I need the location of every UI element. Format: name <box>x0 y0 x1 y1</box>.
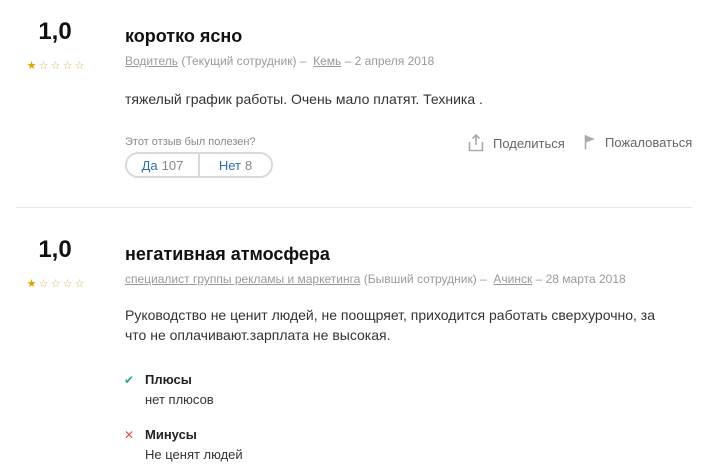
star-empty-icon: ☆ <box>62 278 73 290</box>
star-empty-icon: ☆ <box>62 60 73 72</box>
review-meta: Водитель (Текущий сотрудник) – Кемь – 2 … <box>125 54 434 68</box>
share-icon <box>468 134 484 152</box>
position-link[interactable]: Водитель <box>125 54 178 68</box>
star-rating: ★ ☆ ☆ ☆ ☆ <box>26 278 86 290</box>
review-date: – 2 апреля 2018 <box>344 54 435 68</box>
share-label: Поделиться <box>493 135 565 151</box>
employee-status: (Бывший сотрудник) – <box>363 272 487 286</box>
report-label: Пожаловаться <box>605 134 693 150</box>
cons-text: Не ценят людей <box>145 447 243 462</box>
position-link[interactable]: специалист группы рекламы и маркетинга <box>125 272 360 286</box>
star-empty-icon: ☆ <box>50 60 61 72</box>
star-filled-icon: ★ <box>26 278 37 290</box>
cross-icon: ✕ <box>124 428 135 442</box>
city-link[interactable]: Кемь <box>313 54 341 68</box>
review-meta: специалист группы рекламы и маркетинга (… <box>125 272 626 286</box>
employee-status: (Текущий сотрудник) – <box>181 54 307 68</box>
pros-text: нет плюсов <box>145 392 214 407</box>
star-empty-icon: ☆ <box>50 278 61 290</box>
vote-yes-label: Да <box>141 157 158 173</box>
share-button[interactable]: Поделиться <box>468 134 565 152</box>
vote-no-button[interactable]: Нет 8 <box>198 154 271 176</box>
star-empty-icon: ☆ <box>38 60 49 72</box>
review-title: коротко ясно <box>125 26 243 46</box>
flag-icon <box>584 135 595 150</box>
star-filled-icon: ★ <box>26 60 37 72</box>
vote-no-count: 8 <box>244 157 253 173</box>
vote-yes-count: 107 <box>161 157 184 173</box>
pros-title: Плюсы <box>145 372 192 387</box>
helpful-label: Этот отзыв был полезен? <box>125 136 256 148</box>
cons-title: Минусы <box>145 427 197 442</box>
review-divider <box>16 207 692 208</box>
rating-value: 1,0 <box>38 236 72 263</box>
city-link[interactable]: Ачинск <box>493 272 532 286</box>
review-title: негативная атмосфера <box>125 244 330 264</box>
review-text: тяжелый график работы. Очень мало платят… <box>125 91 483 107</box>
star-empty-icon: ☆ <box>74 60 85 72</box>
vote-no-label: Нет <box>218 157 241 173</box>
review-text: Руководство не ценит людей, не поощряет,… <box>125 307 655 343</box>
star-empty-icon: ☆ <box>74 278 85 290</box>
star-rating: ★ ☆ ☆ ☆ ☆ <box>26 60 86 72</box>
review-date: – 28 марта 2018 <box>535 272 626 286</box>
check-icon: ✔ <box>124 373 135 387</box>
rating-value: 1,0 <box>38 18 72 45</box>
vote-buttons: Да 107 Нет 8 <box>125 152 273 178</box>
star-empty-icon: ☆ <box>38 278 49 290</box>
report-button[interactable]: Пожаловаться <box>584 134 692 150</box>
vote-yes-button[interactable]: Да 107 <box>127 154 198 176</box>
